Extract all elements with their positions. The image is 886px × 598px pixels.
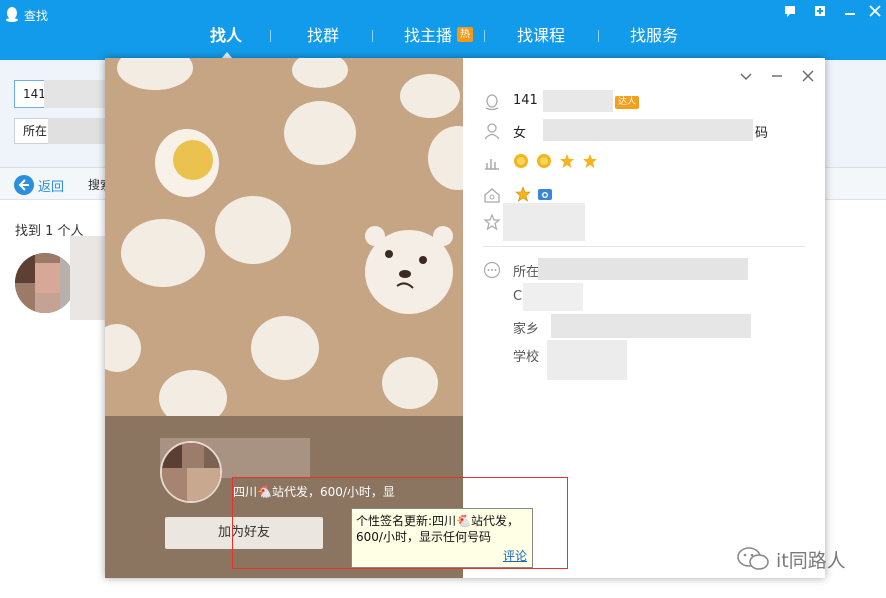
redacted-block bbox=[523, 283, 583, 311]
talent-badge: 达人 bbox=[615, 96, 640, 109]
tab-find-streamers[interactable]: 找主播 bbox=[404, 24, 452, 48]
home-icon bbox=[484, 188, 500, 203]
minimize-icon[interactable] bbox=[843, 5, 857, 19]
redacted-block bbox=[543, 90, 613, 112]
tab-find-people[interactable]: 找人 bbox=[210, 24, 242, 48]
qq-number: 141 bbox=[513, 93, 538, 108]
tooltip-text: 个性签名更新:四川🐔站代发，600/小时，显示任何号码 bbox=[356, 514, 519, 544]
company-label: C bbox=[513, 289, 523, 304]
hometown-label: 家乡 bbox=[513, 322, 540, 337]
redacted-block bbox=[503, 203, 585, 241]
camera-icon bbox=[538, 189, 552, 200]
redacted-block bbox=[551, 314, 751, 338]
more-dots-icon bbox=[483, 261, 501, 279]
basic-info-suffix: 码 bbox=[755, 126, 769, 141]
nav-divider bbox=[270, 30, 271, 42]
nav-divider bbox=[484, 30, 485, 42]
location-select-value: 所在 bbox=[23, 124, 48, 138]
tab-find-services[interactable]: 找服务 bbox=[630, 24, 678, 48]
back-button-label: 返回 bbox=[38, 180, 65, 195]
wechat-logo-icon bbox=[737, 547, 769, 570]
redacted-block bbox=[538, 258, 748, 280]
redacted-block bbox=[543, 119, 753, 141]
close-icon[interactable] bbox=[868, 5, 882, 19]
hot-badge: 热 bbox=[457, 27, 473, 42]
location-label: 所在 bbox=[513, 265, 540, 280]
gender: 女 bbox=[513, 126, 527, 141]
star-icon bbox=[560, 154, 574, 168]
info-divider bbox=[483, 246, 805, 247]
star-icon bbox=[515, 186, 531, 202]
feedback-icon[interactable] bbox=[783, 5, 797, 19]
bun-pattern-illustration bbox=[105, 58, 463, 418]
redacted-block bbox=[547, 340, 627, 380]
qq-penguin-icon bbox=[485, 94, 499, 111]
person-icon bbox=[484, 123, 500, 140]
main-nav: 找人 找群 找主播 找课程 找服务 bbox=[0, 24, 886, 60]
new-window-icon[interactable] bbox=[813, 5, 827, 19]
qq-penguin-icon bbox=[6, 7, 18, 22]
search-input-value: 141 bbox=[23, 87, 46, 101]
window-title: 查找 bbox=[24, 9, 49, 23]
tab-find-courses[interactable]: 找课程 bbox=[517, 24, 565, 48]
school-label: 学校 bbox=[513, 350, 540, 365]
result-avatar[interactable] bbox=[15, 253, 75, 313]
back-arrow-icon bbox=[14, 175, 34, 195]
minimize-icon[interactable] bbox=[769, 68, 785, 84]
chevron-down-icon[interactable] bbox=[738, 68, 754, 84]
signature-tooltip: 个性签名更新:四川🐔站代发，600/小时，显示任何号码 评论 bbox=[351, 508, 533, 568]
close-icon[interactable] bbox=[800, 68, 816, 84]
sun-icon bbox=[514, 154, 528, 168]
nav-divider bbox=[372, 30, 373, 42]
nav-divider bbox=[598, 30, 599, 42]
sun-icon bbox=[537, 154, 551, 168]
watermark-text: it同路人 bbox=[776, 550, 846, 572]
star-outline-icon bbox=[483, 213, 501, 231]
tab-find-groups[interactable]: 找群 bbox=[307, 24, 339, 48]
profile-avatar[interactable] bbox=[160, 441, 222, 503]
star-icon bbox=[583, 154, 597, 168]
level-chart-icon bbox=[485, 159, 499, 170]
comment-link[interactable]: 评论 bbox=[503, 548, 527, 564]
